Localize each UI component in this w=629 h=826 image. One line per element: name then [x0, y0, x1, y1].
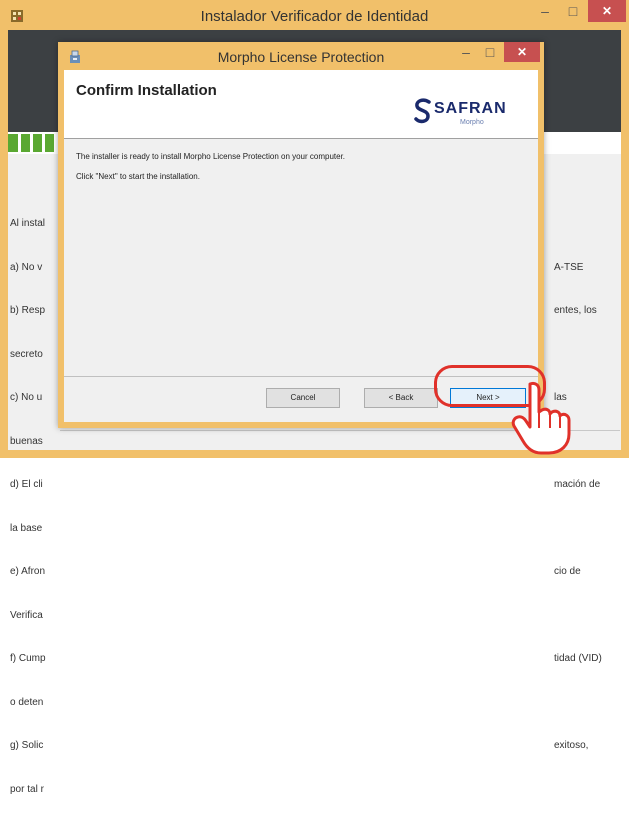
dialog-header: Confirm Installation SAFRAN Morpho [64, 70, 538, 139]
bg-line: por tal r [10, 783, 44, 795]
bg-line: a) No v [10, 261, 43, 273]
progress-segment [33, 134, 42, 152]
bg-line: buenas [10, 435, 43, 447]
bg-line: e) Afron [10, 566, 46, 577]
dialog-close-button[interactable]: ✕ [504, 42, 540, 62]
maximize-button[interactable]: □ [560, 0, 586, 24]
safran-logo-icon [414, 98, 431, 124]
dialog-minimize-button[interactable]: – [454, 41, 478, 65]
bg-line: A-TSE [554, 261, 584, 273]
minimize-button[interactable]: – [532, 0, 558, 24]
installer-instruction: Click "Next" to start the installation. [76, 172, 200, 181]
progress-segment [21, 134, 30, 152]
bg-line: exitoso, [554, 740, 589, 751]
bg-line: entes, los [554, 305, 597, 316]
installer-title-bar[interactable]: Instalador Verificador de Identidad – □ … [0, 0, 629, 30]
bg-line: mación de [554, 479, 601, 490]
bg-line: d) El cli [10, 479, 43, 490]
bg-line [554, 783, 602, 798]
morpho-logo-text: Morpho [460, 119, 484, 126]
bg-line [554, 217, 602, 232]
dialog-title-bar[interactable]: Morpho License Protection – □ ✕ [58, 42, 544, 70]
page-title: Confirm Installation [76, 82, 217, 99]
bg-line: f) Cump [10, 653, 46, 664]
progress-segment [8, 134, 18, 152]
bg-line: secreto [10, 348, 43, 360]
back-button[interactable]: < Back [364, 388, 438, 408]
safran-logo-text: SAFRAN [434, 100, 507, 117]
bg-line: c) No u [10, 392, 43, 403]
background-text-right: A-TSE entes, los las mación de cio de ti… [554, 188, 602, 826]
bg-line [554, 348, 602, 363]
bg-line: Verifica [10, 609, 43, 621]
pointing-hand-icon [511, 381, 571, 455]
bg-line [554, 522, 602, 537]
bg-line: tidad (VID) [554, 653, 602, 664]
bg-line: o deten [10, 696, 44, 708]
bg-line [554, 696, 602, 711]
bg-line [554, 609, 602, 624]
bg-line: cio de [554, 566, 581, 577]
bg-line: b) Resp [10, 305, 46, 316]
bg-line: g) Solic [10, 740, 44, 751]
background-text-left: Al instal a) No v b) Resp secreto c) No … [10, 188, 46, 826]
dialog-maximize-button[interactable]: □ [478, 41, 502, 65]
bg-line: la base [10, 522, 43, 534]
installer-message: The installer is ready to install Morpho… [76, 152, 346, 161]
close-button[interactable]: ✕ [588, 0, 626, 22]
bg-line: Al instal [10, 218, 46, 229]
cancel-button[interactable]: Cancel [266, 388, 340, 408]
progress-segment [45, 134, 54, 152]
